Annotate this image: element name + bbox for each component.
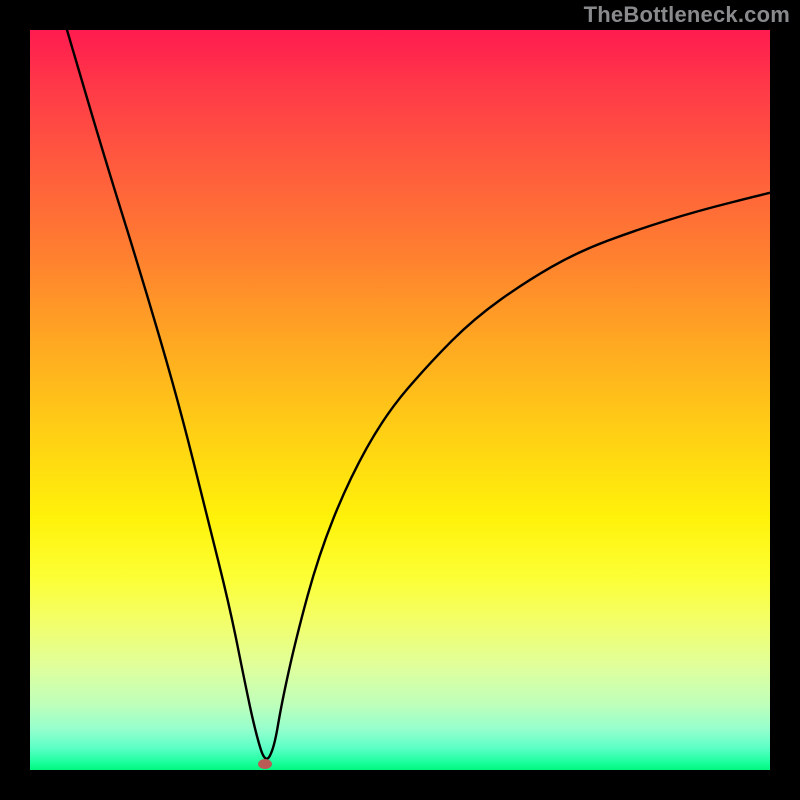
- bottleneck-curve: [30, 30, 770, 770]
- plot-area: [30, 30, 770, 770]
- curve-path: [67, 30, 770, 759]
- watermark-label: TheBottleneck.com: [584, 2, 790, 28]
- marker-dot: [258, 759, 272, 769]
- chart-frame: TheBottleneck.com: [0, 0, 800, 800]
